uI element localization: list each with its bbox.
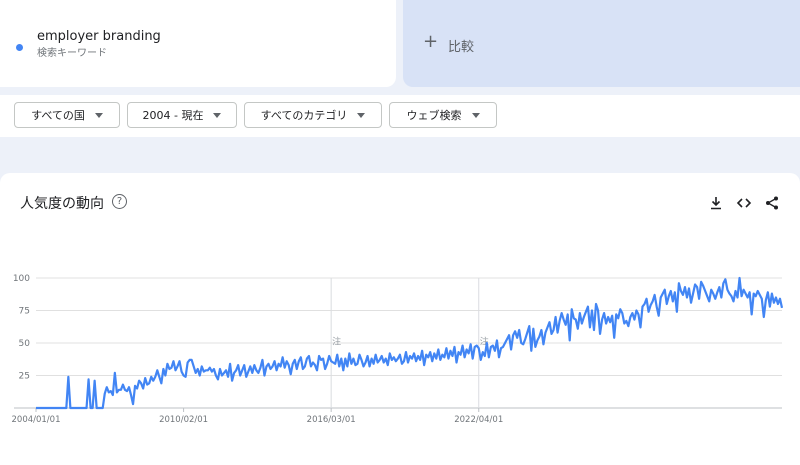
search-type-filter[interactable]: ウェブ検索: [389, 102, 497, 128]
filter-bar: すべての国 2004 - 現在 すべてのカテゴリ ウェブ検索: [0, 95, 800, 137]
y-tick-label: 100: [13, 274, 30, 284]
country-filter-label: すべての国: [31, 109, 85, 122]
interest-over-time-card: 人気度の動向 ? 100 75 50 25 2004/01/01 2010/02/01 20…: [0, 173, 800, 465]
x-tick-label: 2016/03/01: [307, 415, 356, 425]
caret-down-icon: [94, 112, 103, 118]
series-color-dot: [16, 44, 23, 51]
x-tick-label: 2004/01/01: [12, 415, 61, 425]
search-type-filter-label: ウェブ検索: [406, 109, 462, 122]
search-term-sublabel: 検索キーワード: [37, 48, 107, 59]
country-filter[interactable]: すべての国: [14, 102, 120, 128]
caret-down-icon: [213, 112, 222, 118]
y-tick-label: 75: [19, 307, 30, 317]
compare-button[interactable]: + 比較: [403, 0, 800, 87]
search-term-card[interactable]: employer branding 検索キーワード: [0, 0, 396, 87]
caret-down-icon: [357, 112, 366, 118]
plus-icon: +: [423, 31, 439, 52]
date-range-filter[interactable]: 2004 - 現在: [127, 102, 237, 128]
search-term-label[interactable]: employer branding: [37, 29, 161, 44]
annotation-note-marker[interactable]: 注: [332, 335, 341, 347]
y-tick-label: 50: [19, 339, 31, 349]
caret-down-icon: [471, 112, 480, 118]
y-tick-label: 25: [19, 372, 30, 382]
category-filter-label: すべてのカテゴリ: [260, 109, 348, 122]
date-range-filter-label: 2004 - 現在: [142, 109, 204, 122]
x-tick-label: 2022/04/01: [454, 415, 503, 425]
compare-label: 比較: [448, 40, 475, 55]
category-filter[interactable]: すべてのカテゴリ: [244, 102, 382, 128]
interest-line-chart: 100 75 50 25 2004/01/01 2010/02/01 2016/03/01 2…: [12, 274, 784, 425]
x-tick-label: 2010/02/01: [159, 415, 208, 425]
